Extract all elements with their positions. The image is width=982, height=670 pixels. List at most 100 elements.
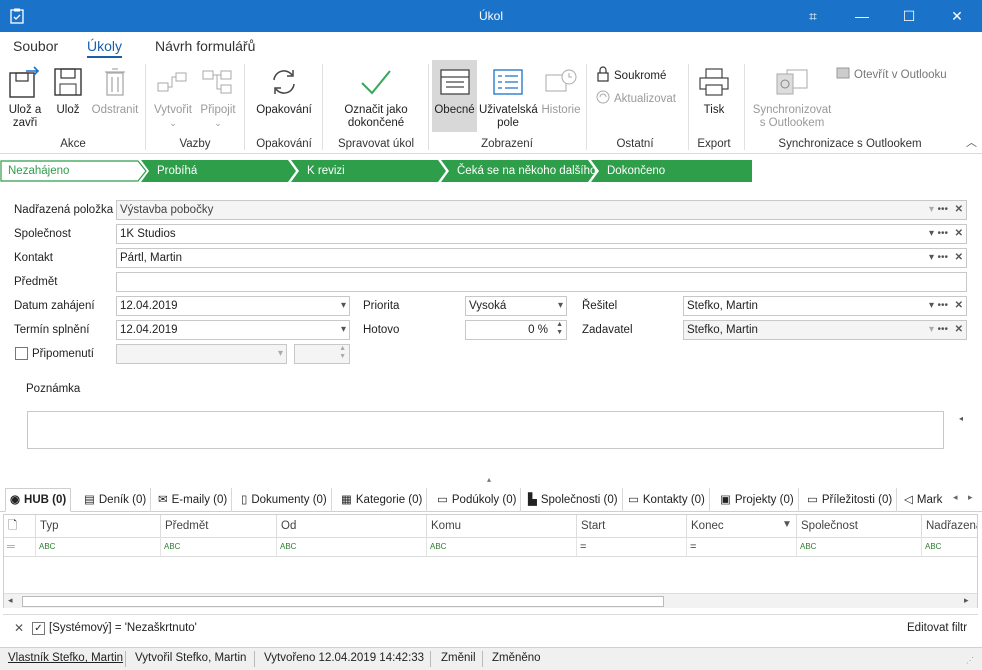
repeat-button[interactable]: Opakování xyxy=(252,64,316,117)
contact-field[interactable]: Pártl, Martin ▾ ••• ✕ xyxy=(116,248,967,268)
tab-marketing[interactable]: ◁ Mark xyxy=(900,488,948,512)
tab-opportunities[interactable]: ▭ Příležitosti (0) xyxy=(803,488,898,512)
ellipsis-icon[interactable]: ••• xyxy=(937,225,948,243)
edit-filter-link[interactable]: Editovat filtr xyxy=(907,622,967,634)
ellipsis-icon[interactable]: ••• xyxy=(937,201,948,219)
print-button[interactable]: Tisk xyxy=(694,64,734,117)
dropdown-arrow-icon[interactable]: ▾ xyxy=(929,321,934,339)
restore-focus-button[interactable]: ⌗ xyxy=(790,0,836,32)
column-header[interactable]: Konec xyxy=(687,515,797,537)
filter-cell[interactable]: ABC xyxy=(922,537,977,557)
tab-documents[interactable]: ▯ Dokumenty (0) xyxy=(237,488,332,512)
reminder-time-field[interactable]: ▲ ▼ xyxy=(294,344,350,364)
tabs-scroll-left-icon[interactable]: ◂ xyxy=(953,492,958,503)
tabs-scroll-right-icon[interactable]: ▸ xyxy=(968,492,973,503)
column-header[interactable]: Komu xyxy=(427,515,577,537)
due-date-field[interactable]: 12.04.2019 ▾ xyxy=(116,320,350,340)
tab-emails[interactable]: ✉ E-maily (0) xyxy=(154,488,233,512)
save-button[interactable]: Ulož xyxy=(50,64,86,117)
filter-cell[interactable]: ABC xyxy=(427,537,577,557)
filter-cell[interactable]: ABC xyxy=(161,537,277,557)
stage-ceka-se[interactable]: Čeká se na někoho dalšího xyxy=(445,160,596,182)
parent-item-field[interactable]: Výstavba pobočky ▾ ••• ✕ xyxy=(116,200,967,220)
filter-enabled-checkbox[interactable]: ✓ xyxy=(32,622,45,635)
clear-icon[interactable]: ✕ xyxy=(955,321,963,339)
column-header[interactable]: Společnost xyxy=(797,515,922,537)
spinner-icon[interactable]: ▲ ▼ xyxy=(556,321,563,339)
dropdown-arrow-icon[interactable]: ▾ xyxy=(278,345,283,363)
clear-icon[interactable]: ✕ xyxy=(955,201,963,219)
stage-nezahajeno[interactable]: Nezahájeno xyxy=(0,160,69,182)
tab-navrh-formularu[interactable]: Návrh formulářů xyxy=(155,38,255,54)
attach-relation-button[interactable]: Připojit ⌄ xyxy=(197,64,239,130)
dropdown-arrow-icon[interactable]: ▾ xyxy=(341,321,346,339)
sync-outlook-button[interactable]: Synchronizovat s Outlookem xyxy=(752,64,832,130)
refresh-button[interactable]: Aktualizovat xyxy=(596,90,676,107)
dropdown-arrow-icon[interactable]: ▾ xyxy=(929,249,934,267)
splitter-up-icon[interactable]: ▴ xyxy=(487,475,491,484)
create-relation-button[interactable]: Vytvořit ⌄ xyxy=(150,64,196,130)
stage-k-revizi[interactable]: K revizi xyxy=(295,160,345,182)
priority-select[interactable]: Vysoká ▾ xyxy=(465,296,567,316)
view-general-button[interactable]: Obecné xyxy=(432,60,477,132)
view-history-button[interactable]: Historie xyxy=(540,64,582,117)
ellipsis-icon[interactable]: ••• xyxy=(937,297,948,315)
scroll-right-icon[interactable]: ▸ xyxy=(964,595,969,606)
column-header[interactable]: Typ xyxy=(36,515,161,537)
dropdown-arrow-icon[interactable]: ▾ xyxy=(558,297,563,315)
dropdown-arrow-icon[interactable]: ▾ xyxy=(929,297,934,315)
maximize-button[interactable]: ☐ xyxy=(886,0,932,32)
column-header[interactable]: Nadřazená xyxy=(922,515,977,537)
owner-link[interactable]: Vlastník Stefko, Martin xyxy=(8,652,123,664)
clear-icon[interactable]: ✕ xyxy=(955,225,963,243)
scrollbar-thumb[interactable] xyxy=(22,596,664,607)
minimize-button[interactable]: — xyxy=(839,0,885,32)
done-percent-field[interactable]: 0 % ▲ ▼ xyxy=(465,320,567,340)
dropdown-arrow-icon[interactable]: ▾ xyxy=(341,297,346,315)
filter-cell[interactable]: ABC xyxy=(797,537,922,557)
collapse-ribbon-icon[interactable]: ︿ xyxy=(966,134,977,150)
tab-projects[interactable]: ▣ Projekty (0) xyxy=(716,488,799,512)
open-in-outlook-button[interactable]: Otevřít v Outlooku xyxy=(836,66,947,83)
view-user-fields-button[interactable]: Uživatelská pole xyxy=(479,64,538,130)
column-header[interactable]: Start xyxy=(577,515,687,537)
scroll-left-icon[interactable]: ◂ xyxy=(8,595,13,606)
tab-contacts[interactable]: ▭ Kontakty (0) xyxy=(624,488,710,512)
close-window-button[interactable]: ✕ xyxy=(934,0,980,32)
private-button[interactable]: Soukromé xyxy=(596,66,666,85)
dropdown-arrow-icon[interactable]: ▾ xyxy=(929,201,934,219)
reminder-checkbox[interactable] xyxy=(15,347,28,360)
tab-soubor[interactable]: Soubor xyxy=(13,38,58,54)
note-textarea[interactable] xyxy=(27,411,944,449)
tab-subtasks[interactable]: ▭ Podúkoly (0) xyxy=(433,488,522,512)
collapse-side-icon[interactable]: ◂ xyxy=(959,414,963,423)
assigner-field[interactable]: Stefko, Martin ▾ ••• ✕ xyxy=(683,320,967,340)
clear-icon[interactable]: ✕ xyxy=(955,249,963,267)
filter-cell[interactable]: = xyxy=(577,537,687,557)
delete-button[interactable]: Odstranit xyxy=(90,64,140,117)
subject-input[interactable] xyxy=(116,272,967,292)
start-date-field[interactable]: 12.04.2019 ▾ xyxy=(116,296,350,316)
tab-ukoly[interactable]: Úkoly xyxy=(87,38,123,58)
reminder-date-field[interactable]: ▾ xyxy=(116,344,287,364)
tab-journal[interactable]: ▤ Deník (0) xyxy=(80,488,152,512)
dropdown-arrow-icon[interactable]: ▾ xyxy=(929,225,934,243)
tab-categories[interactable]: ▦ Kategorie (0) xyxy=(337,488,428,512)
column-header[interactable]: Od xyxy=(277,515,427,537)
mark-done-button[interactable]: Označit jako dokončené xyxy=(336,64,416,130)
ellipsis-icon[interactable]: ••• xyxy=(937,249,948,267)
stage-dokonceno[interactable]: Dokončeno xyxy=(595,160,665,182)
filter-cell[interactable]: ABC xyxy=(36,537,161,557)
stage-probiha[interactable]: Probíhá xyxy=(145,160,197,182)
filter-cell[interactable]: = xyxy=(687,537,797,557)
company-field[interactable]: 1K Studios ▾ ••• ✕ xyxy=(116,224,967,244)
tab-hub[interactable]: ◉ HUB (0) xyxy=(5,488,72,512)
sort-desc-icon[interactable]: ▼ xyxy=(782,519,792,530)
clear-icon[interactable]: ✕ xyxy=(955,297,963,315)
column-attachment-header[interactable]: 🗋 xyxy=(4,515,36,537)
resize-grip-icon[interactable]: ⋰ xyxy=(966,656,974,665)
spinner-icon[interactable]: ▲ ▼ xyxy=(339,345,346,363)
horizontal-scrollbar[interactable]: ◂ ▸ xyxy=(4,593,977,608)
filter-cell[interactable]: ABC xyxy=(277,537,427,557)
tab-companies[interactable]: ▙ Společnosti (0) xyxy=(524,488,623,512)
